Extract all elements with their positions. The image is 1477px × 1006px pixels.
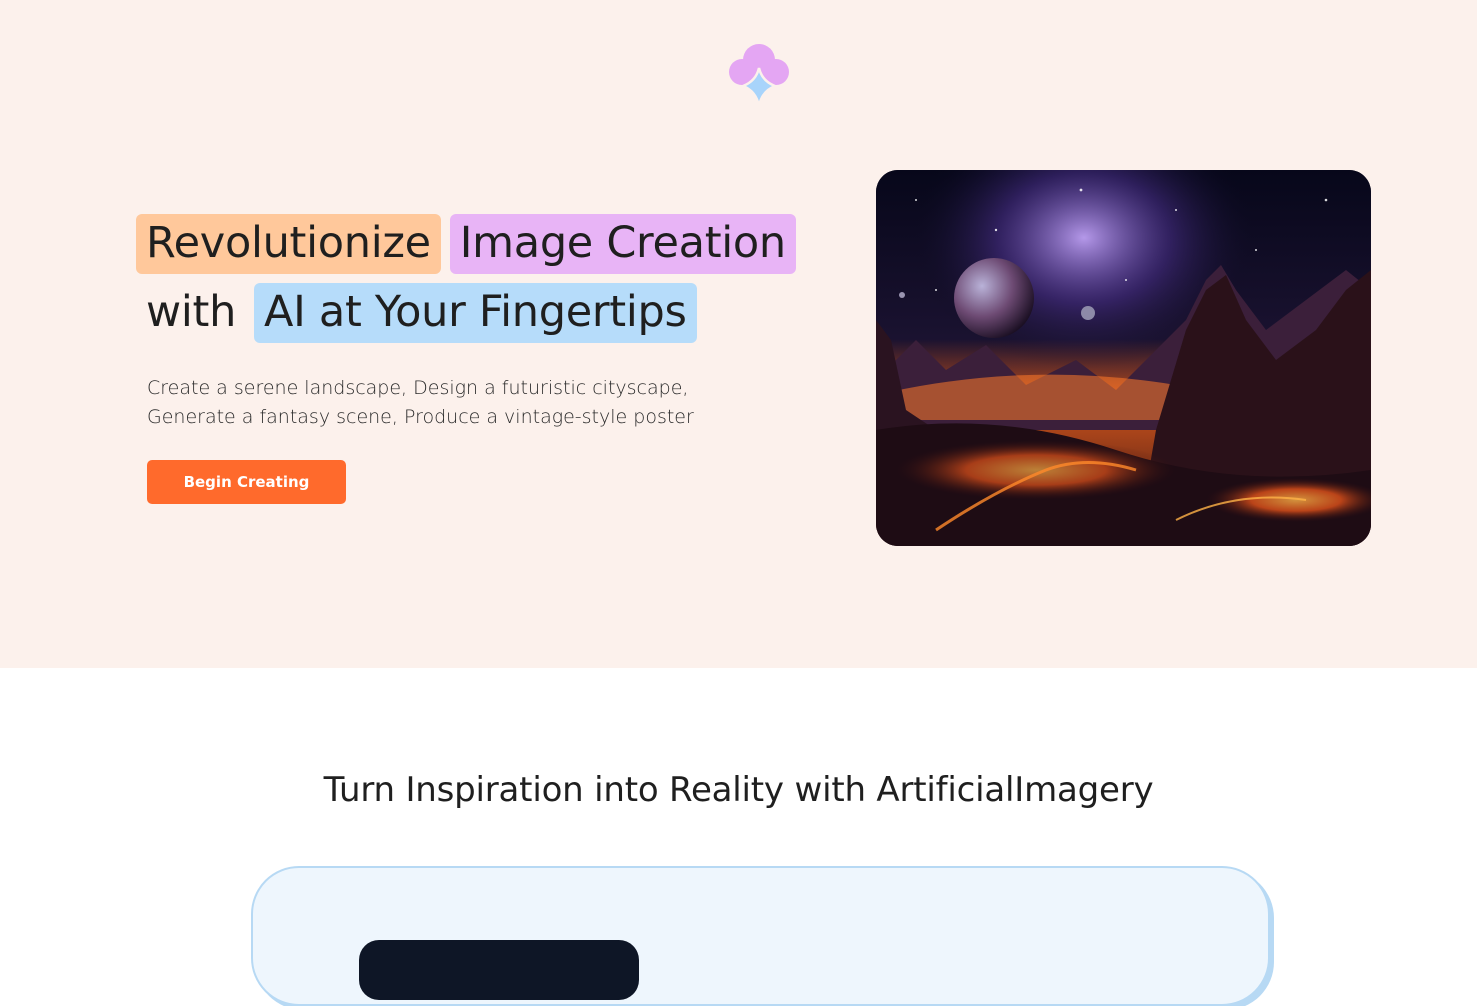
- subtitle-line-1: Create a serene landscape, Design a futu…: [147, 377, 689, 399]
- headline-row-2: with AI at Your Fingertips: [136, 281, 856, 345]
- begin-creating-button[interactable]: Begin Creating: [147, 460, 346, 504]
- section-title: Turn Inspiration into Reality with Artif…: [323, 770, 1154, 810]
- subtitle-line-2: Generate a fantasy scene, Produce a vint…: [147, 406, 694, 428]
- feature-thumbnail-image: [359, 940, 639, 1000]
- hero-subtitle: Create a serene landscape, Design a futu…: [147, 374, 767, 432]
- headline-chip-ai: AI at Your Fingertips: [254, 283, 697, 343]
- hero-section: Revolutionize Image Creation with AI at …: [0, 0, 1477, 668]
- feature-card: [251, 866, 1270, 1006]
- hero-space-landscape-image: [876, 170, 1371, 546]
- headline-chip-image-creation: Image Creation: [449, 214, 796, 274]
- headline-text-with: with: [146, 287, 237, 337]
- hero-headline: Revolutionize Image Creation with AI at …: [136, 212, 856, 350]
- cloud-sparkle-icon[interactable]: [721, 38, 797, 110]
- headline-row-1: Revolutionize Image Creation: [136, 212, 856, 276]
- headline-chip-revolutionize: Revolutionize: [136, 214, 441, 274]
